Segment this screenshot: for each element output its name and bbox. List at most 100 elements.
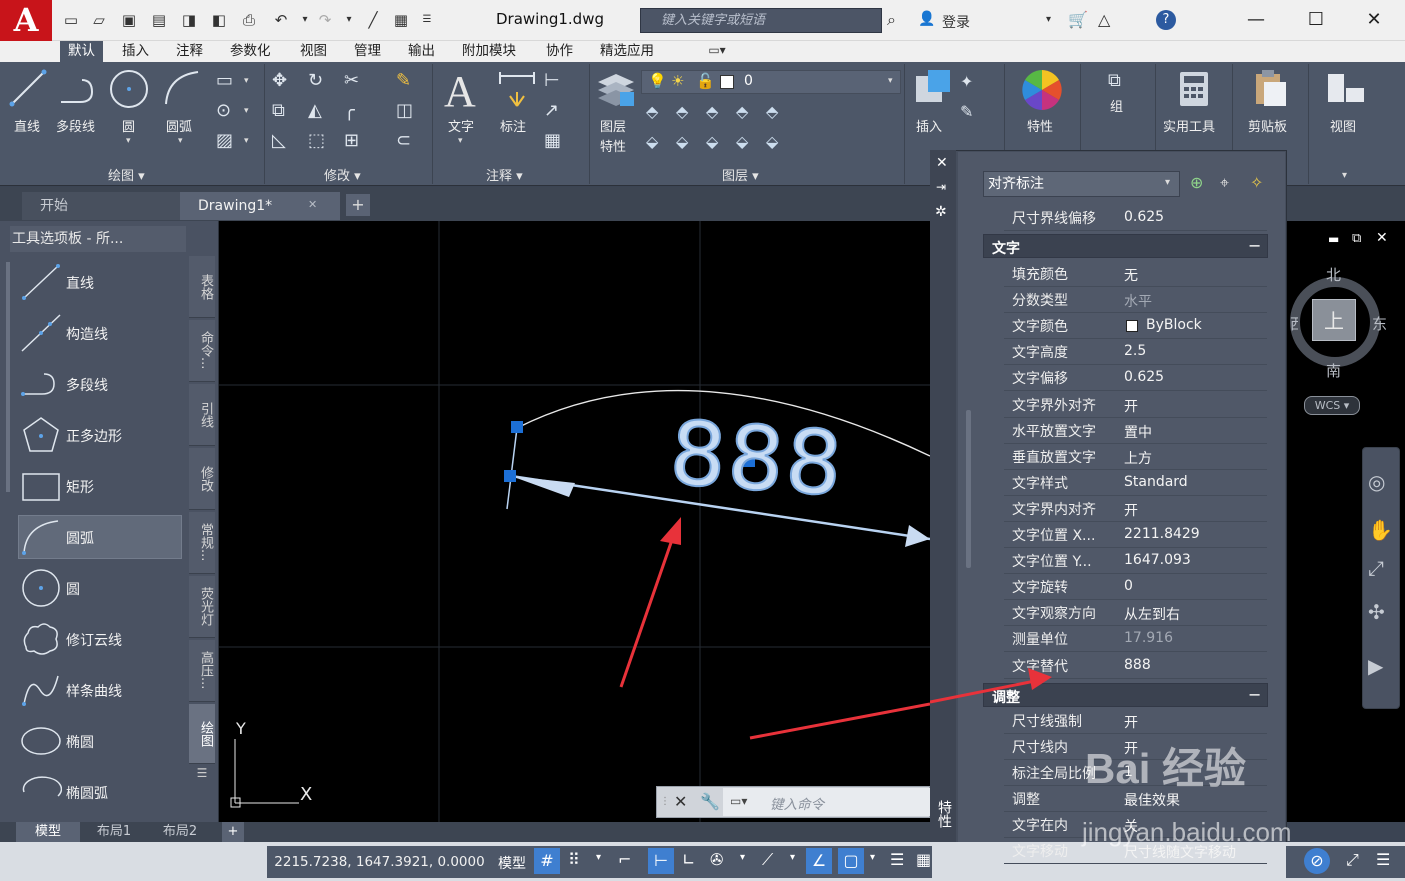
property-value[interactable]: 1647.093 [1124, 552, 1191, 568]
ribbon-tab-manage[interactable]: 管理 [346, 41, 389, 62]
hatch-icon[interactable]: ▨ [216, 130, 233, 151]
maximize-button[interactable]: ☐ [1296, 6, 1336, 34]
properties-scrollbar[interactable] [966, 410, 971, 568]
login-button[interactable]: 登录 [942, 12, 970, 32]
property-value[interactable]: 置中 [1124, 422, 1152, 442]
utilities-button[interactable]: 实用工具 [1163, 116, 1215, 135]
view-button[interactable]: 视图 [1330, 116, 1356, 135]
showmotion-icon[interactable]: ▶ [1368, 654, 1383, 678]
tab-close-icon[interactable]: ✕ [308, 198, 317, 211]
leader-icon[interactable]: ↗ [544, 100, 559, 121]
properties-button[interactable]: 特性 [1027, 116, 1053, 135]
arc-button[interactable]: 圆弧 [166, 116, 192, 135]
tab-layout2[interactable]: 布局2 [148, 822, 212, 842]
layer-tool-3-icon[interactable]: ⬘ [706, 102, 718, 121]
property-value[interactable]: 上方 [1124, 448, 1152, 468]
layer-tool-5-icon[interactable]: ⬘ [766, 102, 778, 121]
group-button[interactable]: 组 [1110, 96, 1123, 115]
rect-dropdown-icon[interactable]: ▾ [244, 76, 249, 86]
palette-item-arc[interactable]: 圆弧 [66, 528, 94, 548]
property-value[interactable]: 2211.8429 [1124, 526, 1200, 542]
viewcube-top-face[interactable]: 上 [1312, 299, 1356, 341]
open-web-icon[interactable]: ◨ [180, 11, 198, 29]
layer-tool-2-icon[interactable]: ⬘ [676, 102, 688, 121]
palette-tab-command[interactable]: 命令... [189, 320, 215, 382]
fillet-icon[interactable]: ╭ [344, 100, 355, 121]
search-input[interactable]: 键入关键字或短语 [640, 8, 882, 33]
viewport-minimize-icon[interactable]: ▬ [1328, 232, 1339, 246]
palette-item-polygon[interactable]: 正多边形 [66, 426, 122, 446]
palette-item-spline[interactable]: 样条曲线 [66, 681, 122, 701]
offset-icon[interactable]: ⊂ [396, 130, 411, 151]
palette-tab-table[interactable]: 表格 [189, 256, 215, 318]
transparency-icon[interactable]: ▦ [916, 850, 931, 869]
dimension-text[interactable]: 888 [666, 400, 849, 517]
snap-dropdown-icon[interactable]: ▾ [596, 852, 601, 863]
quick-select-icon[interactable]: ✧ [1250, 173, 1263, 192]
user-icon[interactable]: 👤 [918, 11, 935, 27]
hatch-dropdown-icon[interactable]: ▾ [244, 136, 249, 146]
erase-icon[interactable]: ✎ [396, 70, 411, 91]
toggle-pickadd-icon[interactable]: ⊕ [1190, 173, 1203, 192]
palette-scrollbar[interactable] [6, 262, 10, 492]
palette-item-polyline[interactable]: 多段线 [66, 375, 108, 395]
modify-panel-label[interactable]: 修改 ▾ [324, 165, 361, 184]
mirror-icon[interactable]: ◭ [308, 100, 322, 121]
dimension-button[interactable]: 标注 [500, 116, 526, 135]
palette-tab-modify[interactable]: 修改 [189, 448, 215, 510]
palette-item-ellipse[interactable]: 椭圆 [66, 732, 94, 752]
create-block-icon[interactable]: ✦ [960, 72, 973, 91]
polyline-button[interactable]: 多段线 [56, 116, 95, 135]
grid-toggle-icon[interactable]: # [534, 848, 560, 874]
viewcube-west[interactable]: 西 [1290, 313, 1298, 334]
property-value[interactable]: Standard [1124, 474, 1188, 490]
clipboard-button[interactable]: 剪贴板 [1248, 116, 1287, 135]
polar-icon[interactable]: ✇ [710, 850, 723, 869]
layer-tool-8-icon[interactable]: ⬙ [706, 132, 718, 151]
rectangle-icon[interactable]: ▭ [216, 70, 233, 91]
draw-panel-label[interactable]: 绘图 ▾ [108, 165, 145, 184]
open-file-icon[interactable]: ▱ [90, 11, 108, 29]
close-button[interactable]: ✕ [1354, 6, 1394, 34]
command-close-icon[interactable]: ✕ [674, 792, 687, 811]
linear-dim-icon[interactable]: ⊢ [544, 70, 560, 91]
fullscreen-icon[interactable]: ⤢ [1346, 850, 1359, 870]
tab-start[interactable]: 开始 [22, 192, 182, 220]
property-value[interactable]: 无 [1124, 265, 1138, 285]
palette-tab-draw[interactable]: 绘图 [189, 704, 215, 764]
help-icon[interactable]: ? [1156, 10, 1176, 30]
redo-dropdown-icon[interactable]: ▾ [340, 11, 358, 29]
viewcube-east[interactable]: 东 [1372, 313, 1387, 334]
palette-item-xline[interactable]: 构造线 [66, 324, 108, 344]
login-dropdown-icon[interactable]: ▾ [1046, 14, 1051, 25]
tab-model[interactable]: 模型 [16, 822, 80, 842]
arc-dropdown-icon[interactable]: ▾ [178, 136, 183, 146]
layers-panel-label[interactable]: 图层 ▾ [722, 165, 759, 184]
property-value[interactable]: 888 [1124, 657, 1151, 673]
palette-item-revcloud[interactable]: 修订云线 [66, 630, 122, 650]
steering-wheel-icon[interactable]: ◎ [1368, 470, 1385, 494]
ribbon-tab-view[interactable]: 视图 [292, 41, 335, 62]
save-icon[interactable]: ▣ [120, 11, 138, 29]
infer-constraints-icon[interactable]: ⌐ [618, 850, 631, 869]
circle-button[interactable]: 圆 [122, 116, 135, 135]
move-icon[interactable]: ✥ [272, 70, 287, 91]
object-type-dropdown-icon[interactable]: ▾ [1165, 177, 1170, 188]
wcs-menu[interactable]: WCS ▾ [1304, 396, 1360, 415]
ribbon-tab-featured[interactable]: 精选应用 [592, 41, 662, 62]
palette-tab-general[interactable]: 常规... [189, 512, 215, 574]
ribbon-tab-annotate[interactable]: 注释 [168, 41, 211, 62]
ellipse-icon[interactable]: ⊙ [216, 100, 231, 121]
palette-item-line[interactable]: 直线 [66, 273, 94, 293]
save-as-icon[interactable]: ▤ [150, 11, 168, 29]
properties-settings-icon[interactable]: ✲ [935, 204, 947, 220]
viewport-restore-icon[interactable]: ⧉ [1352, 231, 1361, 246]
property-value[interactable]: 从左到右 [1124, 604, 1180, 624]
property-value[interactable]: 开 [1124, 396, 1138, 416]
snap-toggle-icon[interactable]: ⠿ [568, 850, 580, 869]
command-grip-icon[interactable]: ⋮ [660, 790, 670, 814]
property-value[interactable]: 开 [1124, 712, 1138, 732]
command-settings-icon[interactable]: 🔧 [700, 792, 720, 811]
object-snap-tracking-icon[interactable]: ∠ [806, 848, 832, 874]
properties-autohide-icon[interactable]: ⇥ [936, 180, 946, 194]
